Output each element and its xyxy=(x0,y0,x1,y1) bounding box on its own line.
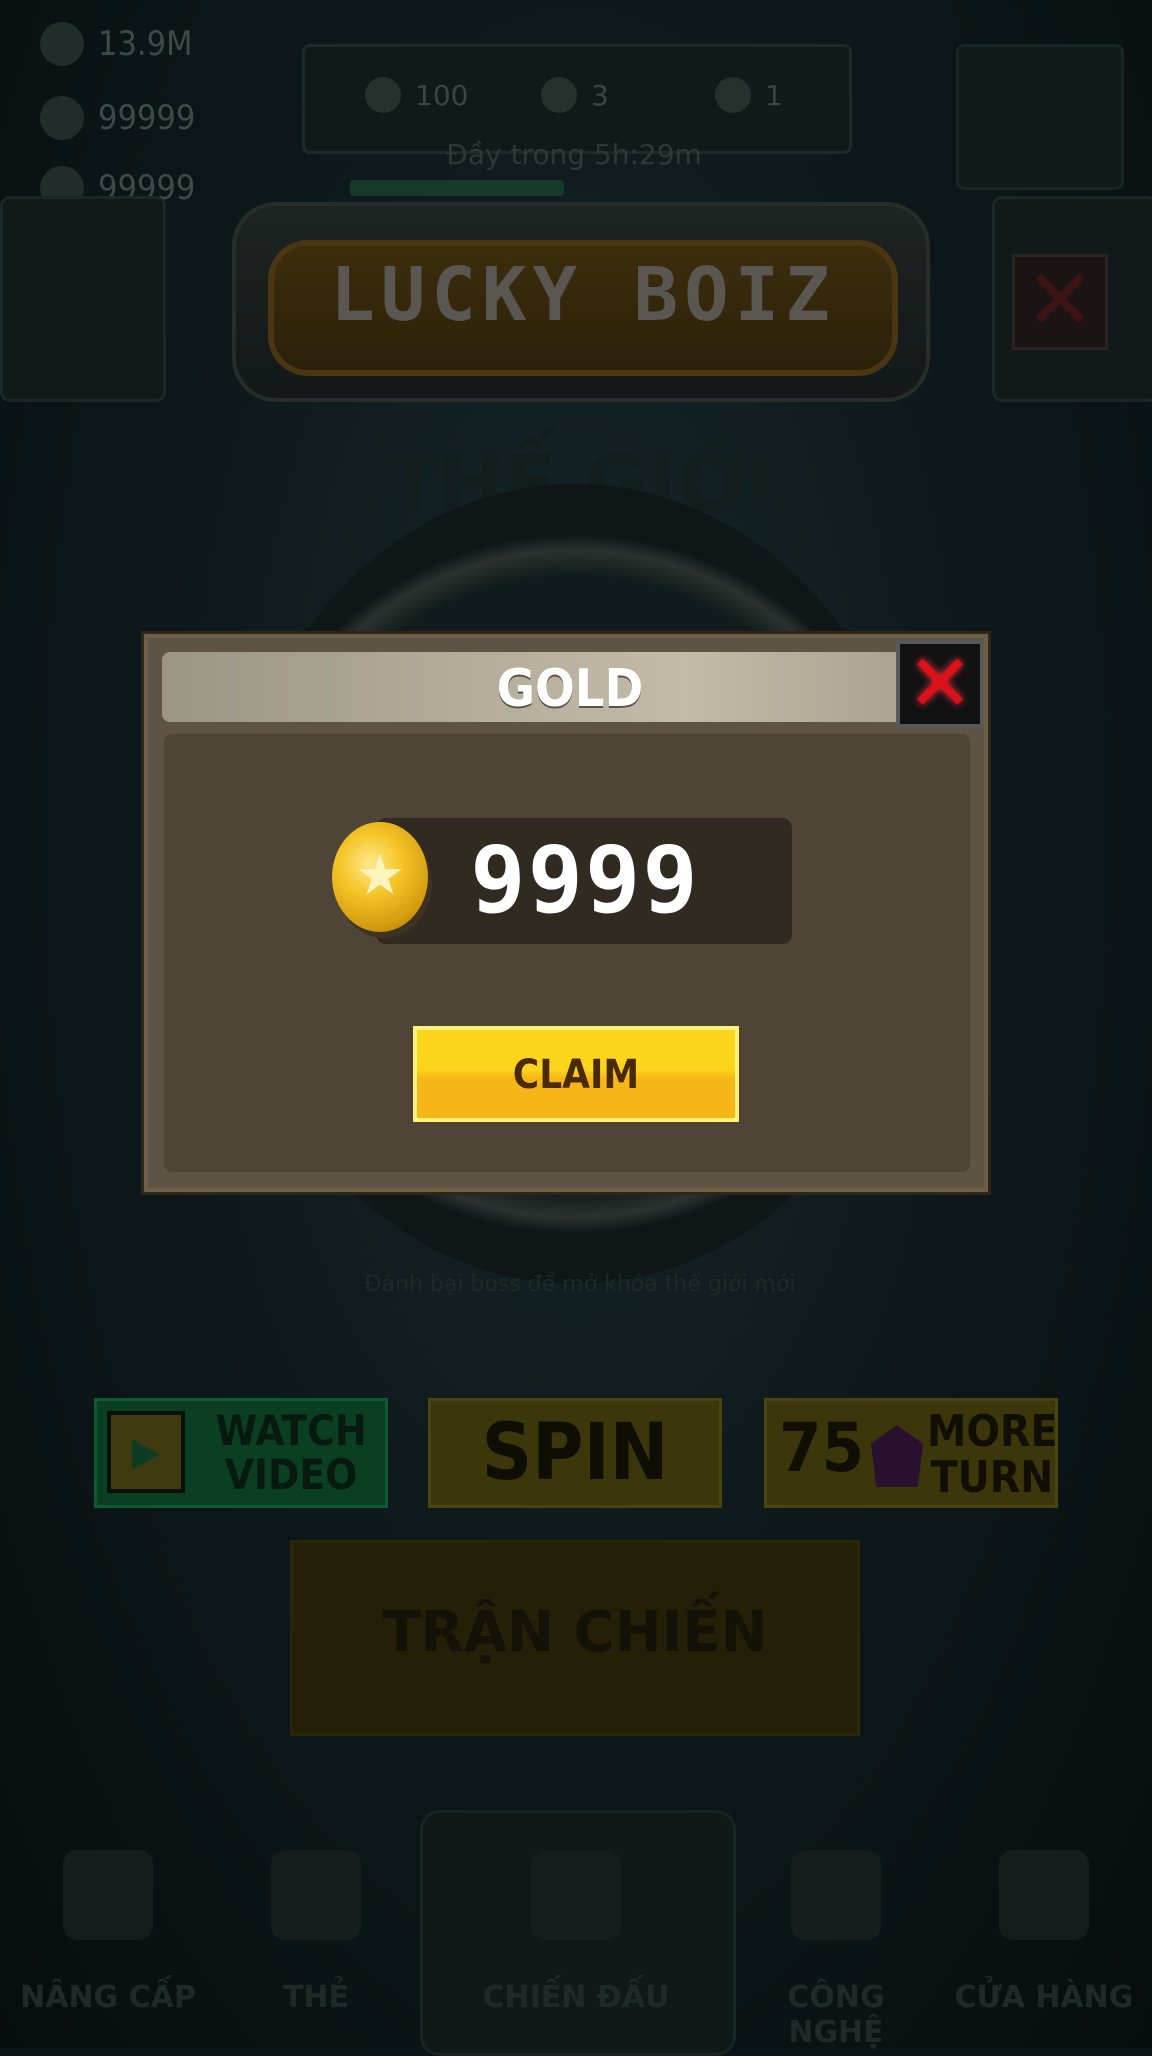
wheel-hint: Đánh bại boss để mở khóa thế giới mới xyxy=(364,1272,796,1297)
watch-video-label: WATCH VIDEO xyxy=(215,1406,367,1499)
nav-label: CỬA HÀNG xyxy=(954,1980,1134,2015)
energy-timer: Đầy trong 5h:29m xyxy=(446,138,702,171)
star-icon: ★ xyxy=(354,843,406,908)
nav-item-cards[interactable]: THẺ xyxy=(216,1840,416,2040)
lock-icon xyxy=(791,1850,881,1940)
more-turn-label: MORE TURN xyxy=(927,1406,1058,1503)
spin-button[interactable]: SPIN xyxy=(428,1398,722,1508)
more-turn-button[interactable]: 75 MORE TURN xyxy=(764,1398,1058,1508)
spin-label: SPIN xyxy=(481,1408,669,1498)
energy-item-3-value: 1 xyxy=(765,78,783,112)
coin-icon xyxy=(541,77,577,113)
cash-icon xyxy=(40,22,84,66)
wrench-icon xyxy=(63,1850,153,1940)
battle-label: TRẬN CHIẾN xyxy=(382,1600,768,1665)
cash-value: 13.9M xyxy=(98,24,193,64)
more-turn-count: 75 xyxy=(779,1409,865,1488)
energy-item-2: 3 xyxy=(541,77,609,113)
gold-coin-icon: ★ xyxy=(332,822,428,932)
claim-button[interactable]: CLAIM xyxy=(413,1026,739,1122)
reward-amount: 9999 xyxy=(470,827,700,934)
lock-icon xyxy=(271,1850,361,1940)
ticket-icon xyxy=(715,77,751,113)
close-icon: ✕ xyxy=(907,639,973,729)
cart-icon xyxy=(999,1850,1089,1940)
nav-item-upgrade[interactable]: NÂNG CẤP xyxy=(8,1840,208,2040)
gold-counter: 99999 xyxy=(40,96,195,140)
nav-item-battle[interactable]: CHIẾN ĐẤU xyxy=(476,1840,676,2040)
dialog-title: GOLD xyxy=(496,659,644,719)
close-icon: ✕ xyxy=(1024,251,1096,349)
energy-item-1-value: 100 xyxy=(415,78,469,112)
energy-icon xyxy=(365,77,401,113)
nav-label: THẺ xyxy=(282,1980,350,2015)
nav-label: CÔNG NGHỆ xyxy=(787,1980,885,2050)
nav-item-shop[interactable]: CỬA HÀNG xyxy=(944,1840,1144,2040)
play-icon: ▶ xyxy=(107,1411,185,1493)
avatar[interactable] xyxy=(956,44,1124,190)
energy-item-2-value: 3 xyxy=(591,78,609,112)
claim-label: CLAIM xyxy=(512,1052,640,1098)
cash-counter: 13.9M xyxy=(40,22,192,66)
background-close-button[interactable]: ✕ xyxy=(1012,254,1108,350)
energy-item-3: 1 xyxy=(715,77,783,113)
dialog-close-button[interactable]: ✕ xyxy=(896,640,984,728)
nav-label: NÂNG CẤP xyxy=(20,1980,196,2015)
purple-gem-icon xyxy=(871,1425,923,1487)
emblem-icon xyxy=(531,1850,621,1940)
energy-bar xyxy=(350,180,564,196)
left-pillar xyxy=(0,196,166,402)
nav-item-tech[interactable]: CÔNG NGHỆ xyxy=(736,1840,936,2050)
energy-item-1: 100 xyxy=(365,77,468,113)
marquee-title: LUCKY BOIZ xyxy=(330,252,836,338)
gold-coin-icon xyxy=(40,96,84,140)
nav-label: CHIẾN ĐẤU xyxy=(482,1980,670,2015)
gold-value: 99999 xyxy=(98,98,196,138)
watch-video-button[interactable]: ▶ WATCH VIDEO xyxy=(94,1398,388,1508)
